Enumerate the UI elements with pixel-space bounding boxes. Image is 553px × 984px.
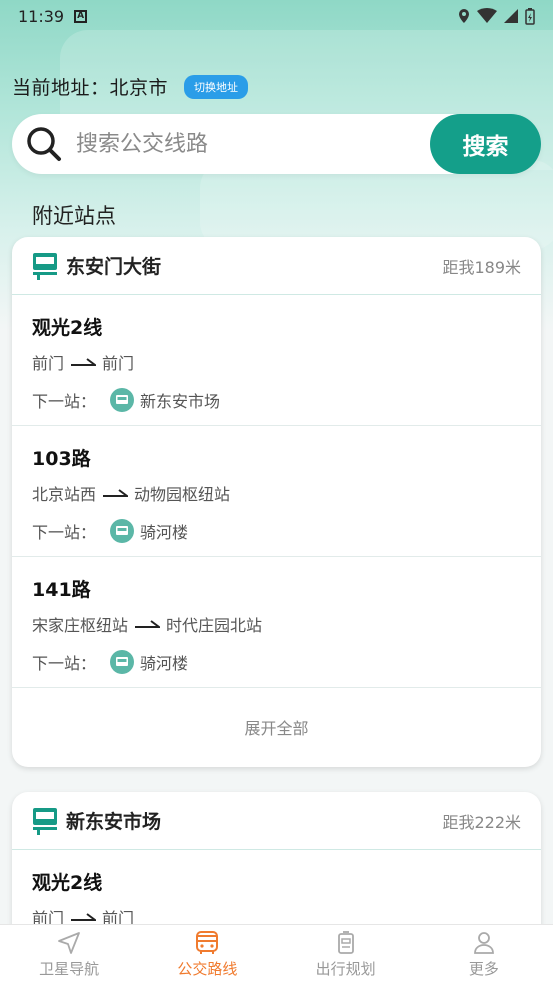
status-time: 11:39	[18, 6, 65, 26]
search-input[interactable]	[76, 131, 430, 157]
tab-more[interactable]: 更多	[415, 925, 553, 984]
tab-bus-routes[interactable]: 公交路线	[138, 925, 276, 984]
next-stop-label: 下一站：	[32, 523, 97, 542]
route-from: 北京站西	[32, 485, 97, 504]
plan-icon	[337, 931, 354, 954]
location-pin-icon	[459, 9, 469, 23]
tab-label: 卫星导航	[39, 960, 100, 978]
signal-icon	[504, 9, 518, 23]
status-bar: 11:39 A	[0, 0, 553, 32]
next-stop-row: 下一站： 新东安市场	[32, 388, 521, 412]
search-icon	[27, 127, 61, 161]
direction-arrow-icon	[71, 358, 97, 366]
search-icon-wrap	[12, 126, 76, 162]
user-icon	[473, 932, 494, 954]
station-name: 新东安市场	[66, 811, 162, 833]
station-header[interactable]: 东安门大街 距我189米	[12, 237, 541, 295]
search-button[interactable]: 搜索	[430, 114, 541, 174]
tab-satellite-navigation[interactable]: 卫星导航	[0, 925, 138, 984]
bus-icon	[196, 931, 219, 954]
station-distance: 距我189米	[442, 257, 521, 277]
station-header[interactable]: 新东安市场 距我222米	[12, 792, 541, 850]
search-bar: 搜索	[12, 114, 541, 174]
route-name: 141路	[32, 579, 91, 601]
direction-arrow-icon	[135, 620, 161, 628]
route-to: 动物园枢纽站	[134, 485, 231, 504]
next-stop-bus-icon	[110, 519, 135, 543]
direction-arrow-icon	[103, 489, 129, 497]
next-stop-bus-icon	[110, 650, 135, 674]
route-item[interactable]: 观光2线 前门 前门 下一站： 新东安市场	[12, 295, 541, 426]
direction-arrow-icon	[71, 913, 97, 921]
route-direction: 前门 前门	[32, 350, 521, 374]
route-name: 观光2线	[32, 317, 103, 339]
route-direction: 北京站西 动物园枢纽站	[32, 481, 521, 505]
location-row: 当前地址：北京市 切换地址	[12, 73, 249, 100]
status-icons	[457, 7, 535, 25]
notification-a-icon: A	[74, 9, 88, 23]
route-item[interactable]: 141路 宋家庄枢纽站 时代庄园北站 下一站： 骑河楼	[12, 557, 541, 688]
nearby-stations-title: 附近站点	[32, 204, 116, 228]
route-from: 宋家庄枢纽站	[32, 616, 129, 635]
expand-all-button[interactable]: 展开全部	[12, 688, 541, 766]
tab-label: 更多	[468, 960, 499, 978]
bottom-tab-bar: 卫星导航 公交路线 出行规划 更多	[0, 924, 553, 984]
route-direction: 宋家庄枢纽站 时代庄园北站	[32, 612, 521, 636]
next-stop-name: 骑河楼	[140, 654, 189, 673]
next-stop-label: 下一站：	[32, 654, 97, 673]
next-stop-row: 下一站： 骑河楼	[32, 650, 521, 674]
next-stop-label: 下一站：	[32, 392, 97, 411]
tab-trip-planning[interactable]: 出行规划	[277, 925, 415, 984]
route-name: 观光2线	[32, 872, 103, 894]
battery-icon	[525, 7, 535, 25]
current-address: 当前地址：北京市	[12, 77, 169, 99]
station-name: 东安门大街	[66, 256, 162, 278]
route-from: 前门	[32, 354, 65, 373]
next-stop-row: 下一站： 骑河楼	[32, 519, 521, 543]
route-name: 103路	[32, 448, 91, 470]
tab-label: 公交路线	[177, 960, 238, 978]
station-distance: 距我222米	[442, 812, 521, 832]
route-to: 前门	[102, 354, 135, 373]
tab-label: 出行规划	[315, 960, 376, 978]
next-stop-bus-icon	[110, 388, 135, 412]
bus-stop-icon	[33, 252, 57, 280]
wifi-icon	[477, 8, 497, 23]
route-to: 时代庄园北站	[166, 616, 263, 635]
next-stop-name: 骑河楼	[140, 523, 189, 542]
switch-address-button[interactable]: 切换地址	[184, 74, 249, 99]
bus-stop-icon	[33, 807, 57, 835]
station-card: 东安门大街 距我189米 观光2线 前门 前门 下一站： 新东安市场 103路 …	[12, 237, 541, 767]
route-item[interactable]: 103路 北京站西 动物园枢纽站 下一站： 骑河楼	[12, 426, 541, 557]
navigation-arrow-icon	[58, 932, 81, 954]
next-stop-name: 新东安市场	[140, 392, 221, 411]
